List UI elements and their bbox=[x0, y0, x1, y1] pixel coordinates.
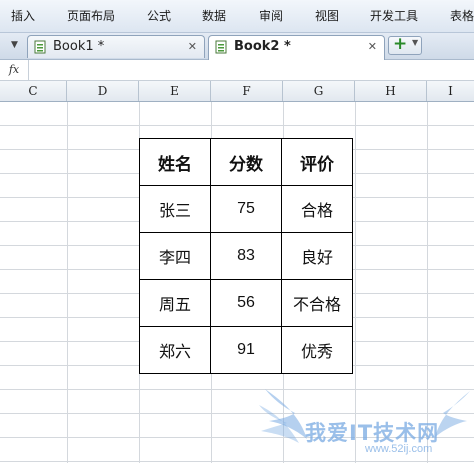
column-header-row: C D E F G H I bbox=[0, 81, 474, 102]
table-cell[interactable]: 合格 bbox=[281, 185, 353, 233]
tab-label: Book2 * bbox=[234, 39, 291, 54]
menu-bar: 插入 页面布局 公式 数据 审阅 视图 开发工具 表格 bbox=[0, 0, 474, 33]
data-table: 姓名 分数 评价 张三 75 合格 李四 83 良好 周五 56 不合格 郑六 … bbox=[139, 138, 353, 374]
function-icon[interactable]: fx bbox=[0, 60, 29, 80]
column-header-h[interactable]: H bbox=[355, 81, 427, 101]
tab-book1[interactable]: Book1 * ✕ bbox=[27, 35, 205, 58]
table-row: 李四 83 良好 bbox=[139, 232, 353, 280]
table-cell[interactable]: 75 bbox=[210, 185, 282, 233]
table-row: 张三 75 合格 bbox=[139, 185, 353, 233]
menu-developer[interactable]: 开发工具 bbox=[370, 0, 418, 32]
column-header-e[interactable]: E bbox=[139, 81, 211, 101]
table-cell[interactable]: 91 bbox=[210, 326, 282, 374]
table-cell[interactable]: 56 bbox=[210, 279, 282, 327]
document-icon bbox=[215, 40, 227, 54]
formula-input[interactable] bbox=[29, 60, 474, 80]
document-tab-bar: ▼ Book1 * ✕ Book2 * ✕ + ▼ bbox=[0, 33, 474, 60]
menu-insert[interactable]: 插入 bbox=[11, 0, 35, 32]
chevron-down-icon[interactable]: ▼ bbox=[412, 38, 418, 47]
tab-label: Book1 * bbox=[53, 39, 105, 54]
header-cell-score[interactable]: 分数 bbox=[210, 138, 282, 186]
formula-bar: fx bbox=[0, 60, 474, 81]
column-header-i[interactable]: I bbox=[427, 81, 474, 101]
column-header-c[interactable]: C bbox=[0, 81, 67, 101]
table-cell[interactable]: 周五 bbox=[139, 279, 211, 327]
menu-data[interactable]: 数据 bbox=[202, 0, 226, 32]
menu-page-layout[interactable]: 页面布局 bbox=[67, 0, 115, 32]
chevron-down-icon[interactable]: ▼ bbox=[11, 39, 21, 51]
column-header-f[interactable]: F bbox=[211, 81, 283, 101]
table-header-row: 姓名 分数 评价 bbox=[139, 138, 353, 186]
header-cell-name[interactable]: 姓名 bbox=[139, 138, 211, 186]
table-cell[interactable]: 李四 bbox=[139, 232, 211, 280]
new-tab-button[interactable]: + ▼ bbox=[388, 34, 422, 55]
close-icon[interactable]: ✕ bbox=[188, 36, 197, 58]
header-cell-rating[interactable]: 评价 bbox=[281, 138, 353, 186]
menu-table[interactable]: 表格 bbox=[450, 0, 474, 32]
table-row: 周五 56 不合格 bbox=[139, 279, 353, 327]
table-cell[interactable]: 郑六 bbox=[139, 326, 211, 374]
table-cell[interactable]: 优秀 bbox=[281, 326, 353, 374]
tab-book2[interactable]: Book2 * ✕ bbox=[208, 35, 385, 60]
table-cell[interactable]: 张三 bbox=[139, 185, 211, 233]
close-icon[interactable]: ✕ bbox=[368, 36, 377, 58]
menu-review[interactable]: 审阅 bbox=[259, 0, 283, 32]
column-header-d[interactable]: D bbox=[67, 81, 139, 101]
menu-view[interactable]: 视图 bbox=[315, 0, 339, 32]
table-cell[interactable]: 83 bbox=[210, 232, 282, 280]
table-cell[interactable]: 良好 bbox=[281, 232, 353, 280]
menu-formulas[interactable]: 公式 bbox=[147, 0, 171, 32]
table-cell[interactable]: 不合格 bbox=[281, 279, 353, 327]
table-row: 郑六 91 优秀 bbox=[139, 326, 353, 374]
column-header-g[interactable]: G bbox=[283, 81, 355, 101]
plus-icon: + bbox=[393, 34, 408, 54]
document-icon bbox=[34, 40, 46, 54]
